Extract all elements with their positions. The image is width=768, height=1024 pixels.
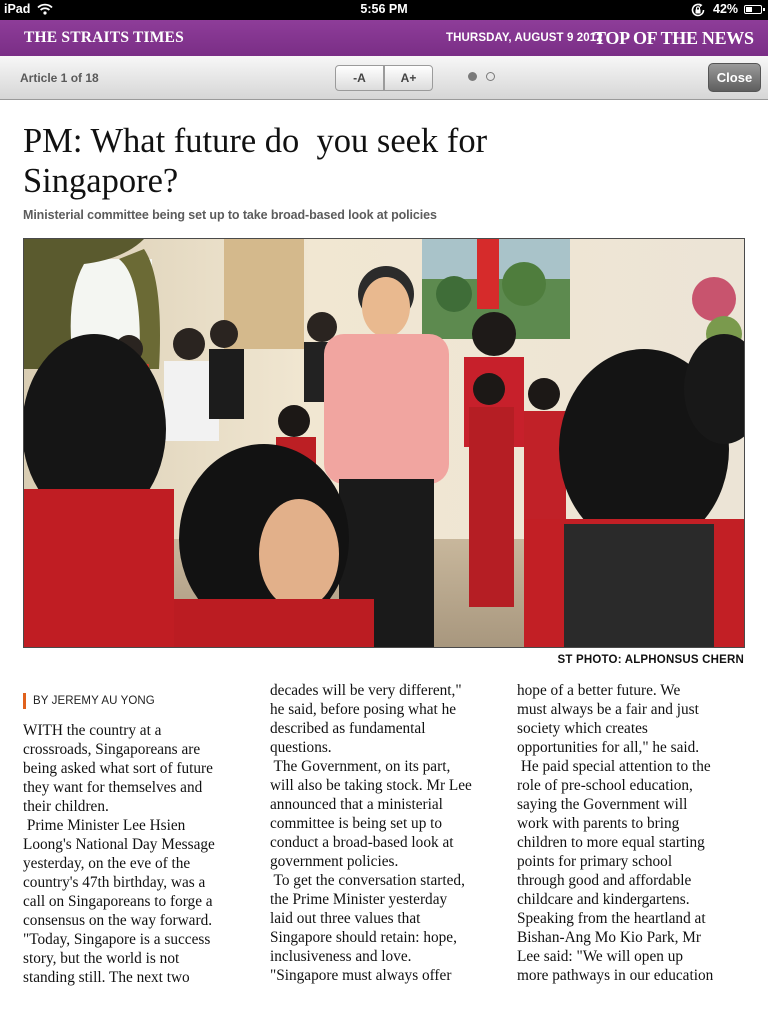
text-line: "Singapore must always offer: [270, 967, 452, 984]
text-line: The Government, on its part,: [270, 758, 451, 775]
article-column-3: hope of a better future. We must always b…: [517, 681, 747, 985]
text-line: government policies.: [270, 853, 399, 870]
text-line: the Prime Minister yesterday: [270, 891, 448, 908]
text-line: Speaking from the heartland at: [517, 910, 706, 927]
text-line: they want for themselves and: [23, 779, 203, 796]
byline: BY JEREMY AU YONG: [33, 695, 155, 707]
text-line: yesterday, on the eve of the: [23, 855, 191, 872]
page-dot[interactable]: [468, 72, 477, 81]
text-line: call on Singaporeans to forge a: [23, 893, 213, 910]
text-line: questions.: [270, 739, 332, 756]
text-line: crossroads, Singaporeans are: [23, 741, 201, 758]
text-line: saying the Government will: [517, 796, 688, 813]
headline-line: Singapore?: [23, 162, 179, 200]
text-line: their children.: [23, 798, 109, 815]
page-dot[interactable]: [486, 72, 495, 81]
increase-font-button[interactable]: A+: [384, 65, 433, 91]
text-line: standing still. The next two: [23, 969, 190, 986]
battery-level: [746, 7, 752, 12]
text-line: committee is being set up to: [270, 815, 443, 832]
text-line: childcare and kindergartens.: [517, 891, 690, 908]
text-line: WITH the country at a: [23, 722, 162, 739]
text-line: "Today, Singapore is a success: [23, 931, 211, 948]
text-line: consensus on the way forward.: [23, 912, 213, 929]
text-line: story, but the world is not: [23, 950, 180, 967]
text-line: Lee said: "We will open up: [517, 948, 684, 965]
text-line: Prime Minister Lee Hsien: [23, 817, 186, 834]
text-line: role of pre-school education,: [517, 777, 693, 794]
photo-credit: ST PHOTO: ALPHONSUS CHERN: [557, 654, 744, 666]
text-line: Loong's National Day Message: [23, 836, 215, 853]
article-column-1: WITH the country at a crossroads, Singapo…: [23, 721, 248, 987]
text-line: society which creates: [517, 720, 648, 737]
battery-percentage: 42%: [713, 2, 739, 16]
text-line: will also be taking stock. Mr Lee: [270, 777, 472, 794]
article-toolbar: Article 1 of 18 -A A+ Close: [0, 56, 768, 100]
text-line: opportunities for all," he said.: [517, 739, 700, 756]
text-line: To get the conversation started,: [270, 872, 465, 889]
text-line: described as fundamental: [270, 720, 426, 737]
headline-line: PM: What future do you seek for: [23, 122, 488, 160]
status-time: 5:56 PM: [360, 2, 408, 16]
article-subheadline: Ministerial committee being set up to ta…: [23, 208, 437, 222]
text-line: more pathways in our education: [517, 967, 714, 984]
text-line: Bishan-Ang Mo Kio Park, Mr: [517, 929, 701, 946]
masthead: THE STRAITS TIMES THURSDAY, AUGUST 9 201…: [0, 20, 768, 56]
close-button[interactable]: Close: [708, 63, 761, 92]
status-bar: iPad 5:56 PM 42%: [0, 0, 768, 20]
text-line: must always be a fair and just: [517, 701, 699, 718]
issue-date: THURSDAY, AUGUST 9 2012: [446, 32, 603, 44]
text-line: being asked what sort of future: [23, 760, 213, 777]
text-line: laid out three values that: [270, 910, 421, 927]
text-line: Singapore should retain: hope,: [270, 929, 457, 946]
text-line: hope of a better future. We: [517, 682, 681, 699]
rotation-lock-icon: [690, 2, 706, 21]
byline-accent-bar: [23, 693, 26, 709]
publication-title: THE STRAITS TIMES: [24, 29, 184, 46]
article-column-2: decades will be very different," he said,…: [270, 681, 500, 985]
photo-image: [24, 239, 744, 647]
text-line: He paid special attention to the: [517, 758, 711, 775]
text-line: announced that a ministerial: [270, 796, 443, 813]
article-photo[interactable]: [23, 238, 745, 648]
text-line: inclusiveness and love.: [270, 948, 412, 965]
decrease-font-button[interactable]: -A: [335, 65, 384, 91]
text-line: work with parents to bring: [517, 815, 680, 832]
text-line: country's 47th birthday, was a: [23, 874, 206, 891]
article-position: Article 1 of 18: [20, 71, 99, 85]
article-headline: PM: What future do you seek for Singapore…: [23, 121, 487, 201]
text-line: points for primary school: [517, 853, 673, 870]
battery-icon: [744, 5, 765, 14]
page-indicator[interactable]: [468, 72, 504, 82]
text-line: he said, before posing what he: [270, 701, 457, 718]
text-line: decades will be very different,": [270, 682, 462, 699]
text-line: conduct a broad-based look at: [270, 834, 454, 851]
text-line: through good and affordable: [517, 872, 692, 889]
section-title: TOP OF THE NEWS: [594, 28, 754, 48]
text-line: children to more equal starting: [517, 834, 705, 851]
